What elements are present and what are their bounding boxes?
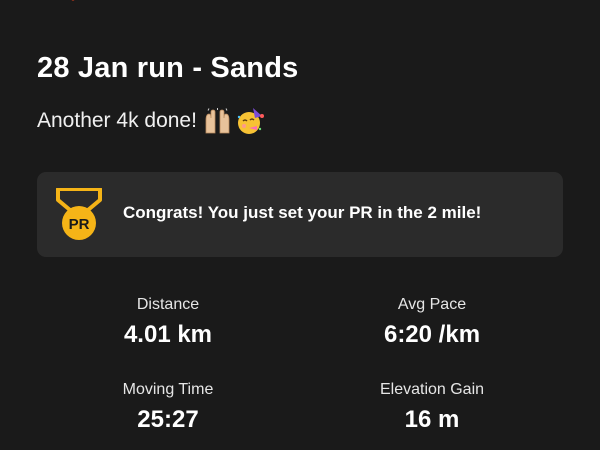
description-emojis [203,107,265,135]
activity-description: Another 4k done! [37,109,197,132]
activity-title: 28 Jan run - Sands [37,52,299,84]
stat-avg-pace: Avg Pace 6:20 /km [302,296,562,349]
stat-value: 6:20 /km [383,321,481,348]
activity-description-row: Another 4k done! [37,107,265,135]
stat-label: Distance [136,296,200,313]
brand-logo-icon [71,0,75,1]
stat-moving-time: Moving Time 25:27 [38,381,298,434]
pr-badge-text: PR [69,216,90,233]
stat-elevation-gain: Elevation Gain 16 m [302,381,562,434]
pr-message: Congrats! You just set your PR in the 2 … [123,203,482,222]
stat-label: Avg Pace [397,296,467,313]
pr-achievement-card[interactable]: PR Congrats! You just set your PR in the… [37,172,563,257]
stat-value: 4.01 km [123,321,213,348]
stat-distance: Distance 4.01 km [38,296,298,349]
stat-label: Elevation Gain [379,381,485,398]
pr-medal-icon: PR [56,188,102,240]
partying-face-icon [237,108,264,134]
stat-value: 25:27 [137,406,199,433]
stat-label: Moving Time [122,381,214,398]
raising-hands-icon [205,108,230,134]
stat-value: 16 m [404,406,460,433]
